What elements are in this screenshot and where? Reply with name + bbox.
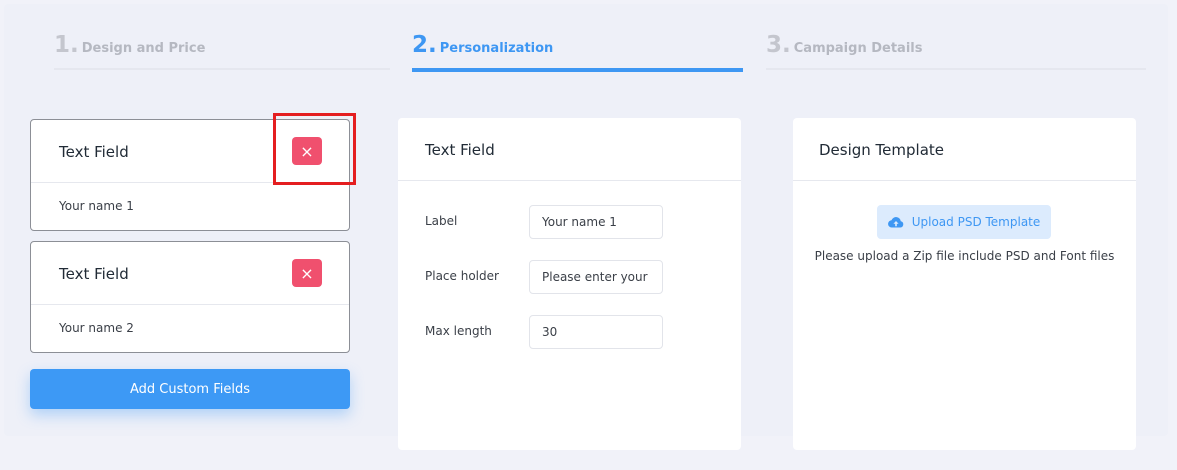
label-input[interactable]: [529, 205, 663, 239]
max-length-input[interactable]: [529, 315, 663, 349]
upload-instructions: Please upload a Zip file include PSD and…: [814, 249, 1115, 263]
custom-field-header: Text Field ×: [31, 120, 349, 183]
design-template-title: Design Template: [819, 141, 945, 159]
delete-field-button[interactable]: ×: [292, 137, 322, 165]
custom-field-card[interactable]: Text Field × Your name 1: [30, 119, 350, 231]
cloud-upload-icon: [887, 216, 904, 228]
custom-field-value: Your name 2: [59, 321, 134, 335]
step-label: Design and Price: [81, 41, 206, 56]
page: 1. Design and Price 2. Personalization 3. C…: [0, 0, 1177, 470]
custom-field-card[interactable]: Text Field × Your name 2: [30, 241, 350, 353]
max-length-caption: Max length: [425, 324, 492, 338]
label-caption: Label: [425, 214, 458, 228]
upload-psd-template-button[interactable]: Upload PSD Template: [877, 205, 1051, 239]
field-editor-header: Text Field: [398, 118, 741, 181]
custom-field-title: Text Field: [59, 143, 129, 161]
step-underline: [766, 68, 1146, 70]
step-label: Personalization: [439, 41, 554, 56]
step-number: 1.: [54, 32, 79, 58]
close-icon: ×: [300, 263, 314, 283]
step-campaign-details[interactable]: 3. Campaign Details: [766, 32, 1146, 72]
custom-field-title: Text Field: [59, 265, 129, 283]
field-editor-card: Text Field Label Place holder Max length: [398, 118, 741, 450]
placeholder-input[interactable]: [529, 260, 663, 294]
custom-field-header: Text Field ×: [31, 242, 349, 305]
step-design-and-price[interactable]: 1. Design and Price: [54, 32, 390, 72]
close-icon: ×: [300, 141, 314, 161]
step-underline: [54, 68, 390, 70]
delete-field-button[interactable]: ×: [292, 259, 322, 287]
step-label: Campaign Details: [793, 41, 923, 56]
custom-field-value: Your name 1: [59, 199, 134, 213]
step-number: 3.: [766, 32, 791, 58]
step-underline: [412, 68, 743, 72]
field-editor-title: Text Field: [425, 141, 495, 159]
design-template-card: Design Template Upload PSD Template Plea…: [793, 118, 1136, 450]
design-template-header: Design Template: [793, 118, 1136, 181]
upload-button-label: Upload PSD Template: [911, 215, 1041, 229]
placeholder-caption: Place holder: [425, 269, 499, 283]
step-personalization[interactable]: 2. Personalization: [412, 32, 743, 72]
step-number: 2.: [412, 32, 437, 58]
add-custom-fields-button[interactable]: Add Custom Fields: [30, 369, 350, 409]
